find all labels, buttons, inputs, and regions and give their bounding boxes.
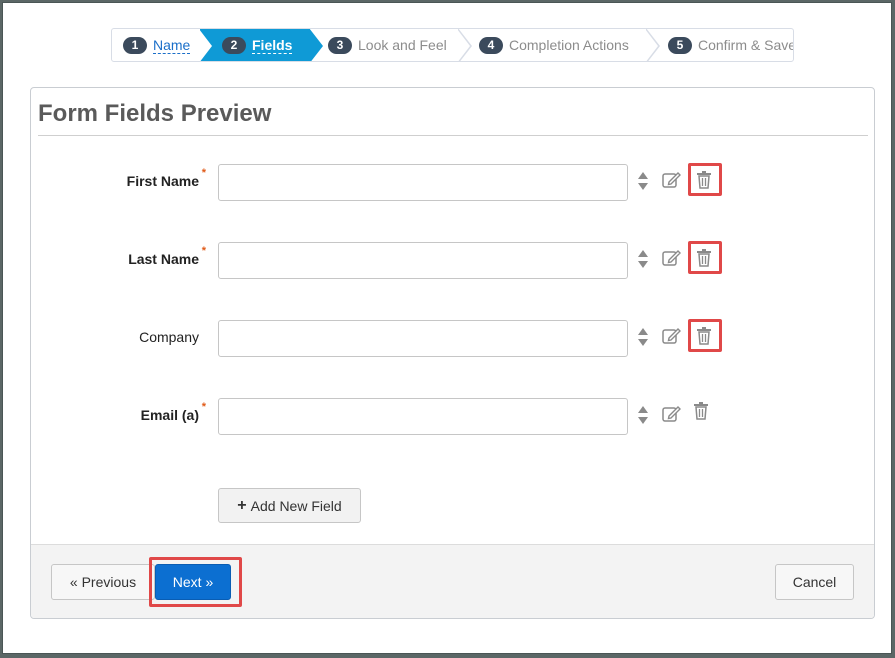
plus-icon: + [237, 496, 247, 514]
delete-field-button[interactable] [688, 397, 722, 430]
wizard-step-look-and-feel[interactable]: 3 Look and Feel [310, 29, 472, 61]
first-name-input[interactable] [218, 164, 628, 201]
step-number: 1 [123, 36, 147, 54]
step-number: 5 [668, 36, 692, 54]
add-new-field-button[interactable]: + Add New Field [218, 488, 361, 523]
panel-footer: « Previous Next » Cancel [31, 544, 874, 618]
window-frame: 1 Name 2 Fields 3 Look and Feel 4 Comple… [2, 2, 892, 654]
next-button-highlight: Next » [149, 557, 242, 607]
last-name-input[interactable] [218, 242, 628, 279]
step-number: 2 [222, 36, 246, 54]
trash-icon[interactable] [696, 170, 712, 190]
step-label: Completion Actions [509, 37, 629, 53]
step-label[interactable]: Name [153, 37, 191, 54]
step-number: 4 [479, 36, 503, 54]
wizard-step-confirm-save[interactable]: 5 Confirm & Save [646, 29, 793, 61]
panel-title: Form Fields Preview [38, 100, 272, 127]
edit-icon[interactable] [661, 170, 681, 190]
required-marker: * [201, 245, 206, 257]
email-input[interactable] [218, 398, 628, 435]
field-label: First Name * [126, 167, 206, 189]
delete-field-highlight[interactable] [688, 319, 722, 352]
next-button[interactable]: Next » [155, 564, 231, 600]
trash-icon[interactable] [693, 401, 709, 421]
required-marker: * [201, 401, 206, 413]
company-input[interactable] [218, 320, 628, 357]
field-row-last-name: Last Name * [31, 241, 874, 280]
delete-field-highlight[interactable] [688, 163, 722, 196]
trash-icon[interactable] [696, 248, 712, 268]
sort-icon[interactable] [637, 249, 649, 269]
previous-button[interactable]: « Previous [51, 564, 155, 600]
field-label: Email (a) * [140, 401, 206, 423]
trash-icon[interactable] [696, 326, 712, 346]
delete-field-highlight[interactable] [688, 241, 722, 274]
edit-icon[interactable] [661, 248, 681, 268]
step-number: 3 [328, 36, 352, 54]
field-label: Last Name * [128, 245, 206, 267]
field-label: Company [139, 329, 199, 345]
title-divider [38, 135, 868, 136]
field-row-company: Company [31, 319, 874, 358]
wizard-step-completion-actions[interactable]: 4 Completion Actions [458, 29, 660, 61]
cancel-button[interactable]: Cancel [775, 564, 854, 600]
edit-icon[interactable] [661, 326, 681, 346]
wizard-step-name[interactable]: 1 Name [112, 29, 214, 61]
sort-icon[interactable] [637, 171, 649, 191]
field-row-email: Email (a) * [31, 397, 874, 436]
sort-icon[interactable] [637, 327, 649, 347]
field-row-first-name: First Name * [31, 163, 874, 202]
form-fields-panel: Form Fields Preview First Name * Last Na… [30, 87, 875, 619]
step-label: Fields [252, 36, 293, 54]
sort-icon[interactable] [637, 405, 649, 425]
add-new-field-label: Add New Field [250, 497, 342, 514]
step-label: Look and Feel [358, 37, 447, 53]
wizard-steps: 1 Name 2 Fields 3 Look and Feel 4 Comple… [111, 28, 794, 62]
edit-icon[interactable] [661, 404, 681, 424]
step-label: Confirm & Save [698, 37, 794, 53]
wizard-step-fields[interactable]: 2 Fields [200, 29, 323, 61]
required-marker: * [201, 167, 206, 179]
